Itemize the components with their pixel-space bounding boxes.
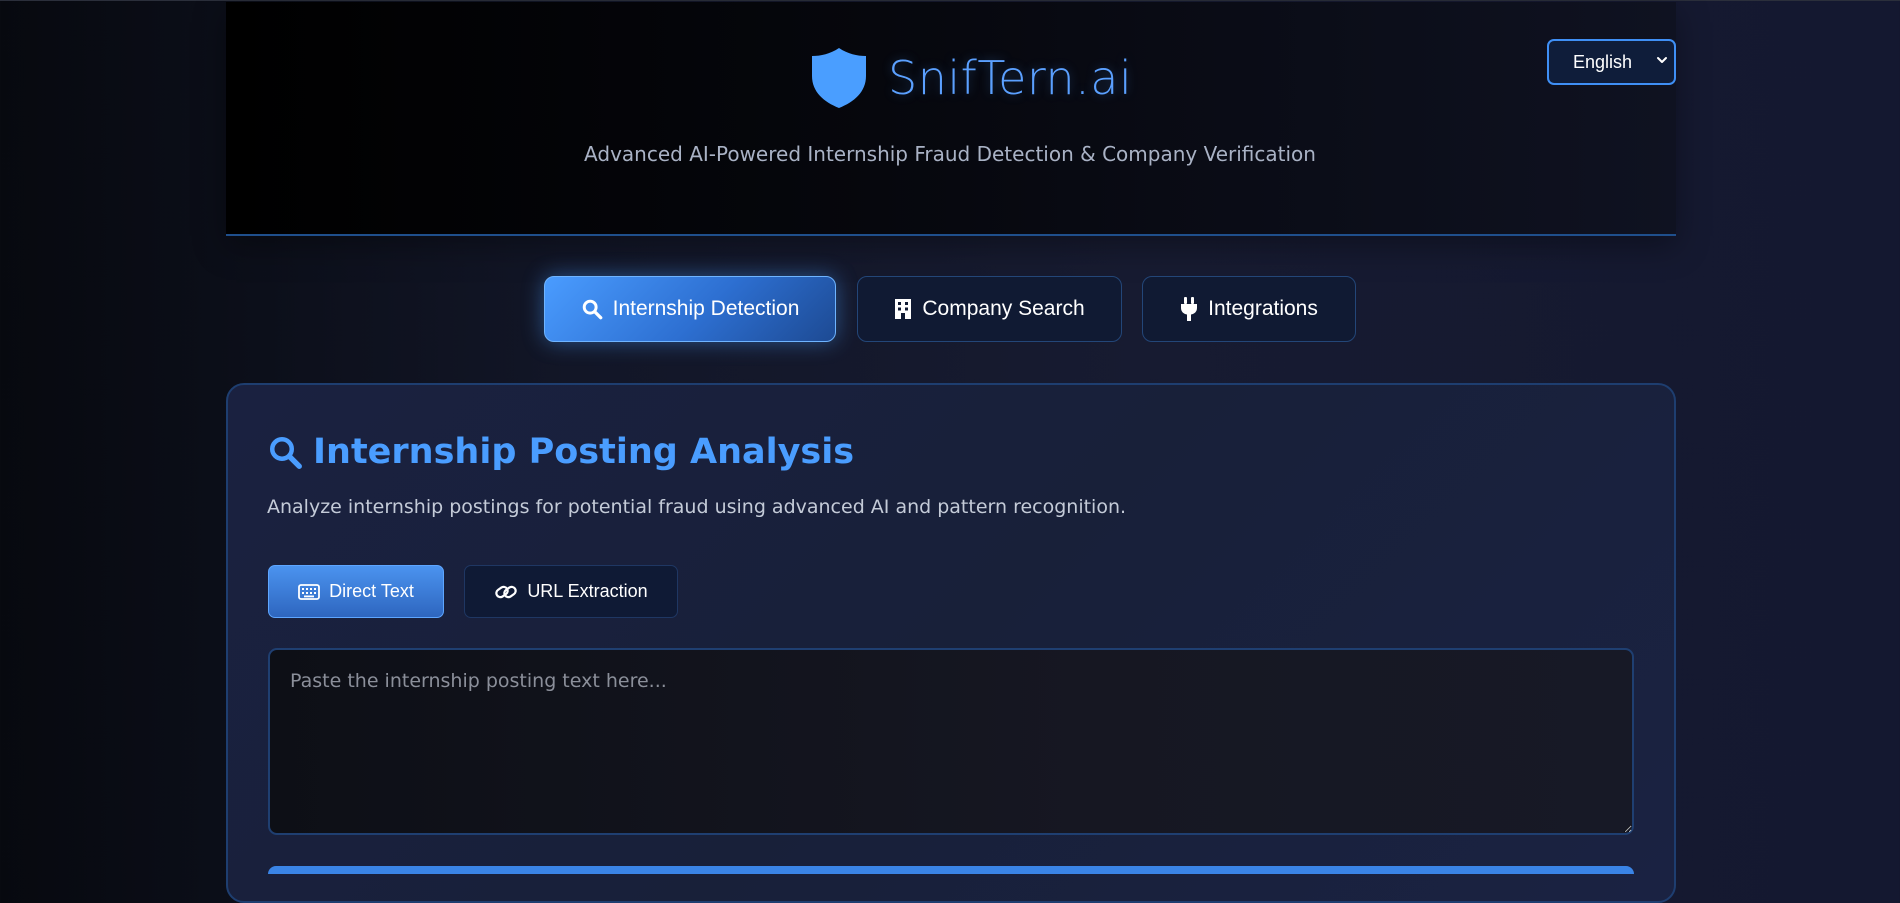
app-header bbox=[226, 2, 1676, 236]
brand-name: SnifTern.ai bbox=[888, 51, 1133, 105]
keyboard-icon bbox=[298, 583, 321, 600]
analyze-button[interactable] bbox=[268, 866, 1634, 874]
building-icon bbox=[895, 299, 912, 319]
url-extraction-button[interactable]: URL Extraction bbox=[464, 565, 678, 618]
tab-label: Company Search bbox=[922, 297, 1085, 320]
url-extraction-label: URL Extraction bbox=[527, 581, 648, 601]
panel-title-text: Internship Posting Analysis bbox=[313, 432, 855, 472]
tagline: Advanced AI-Powered Internship Fraud Det… bbox=[584, 142, 1316, 166]
tab-company-search[interactable]: Company Search bbox=[857, 276, 1122, 342]
shield-logo-icon bbox=[812, 48, 866, 108]
direct-text-label: Direct Text bbox=[329, 581, 414, 601]
tab-internship-detection[interactable]: Internship Detection bbox=[544, 276, 836, 342]
plug-icon bbox=[1181, 297, 1198, 321]
brand: SnifTern.ai bbox=[810, 46, 1132, 110]
posting-text-input[interactable] bbox=[268, 648, 1634, 835]
search-icon bbox=[270, 437, 302, 469]
chevron-down-icon bbox=[1657, 57, 1667, 63]
tab-integrations[interactable]: Integrations bbox=[1142, 276, 1356, 342]
panel-title: Internship Posting Analysis bbox=[267, 432, 854, 472]
top-border bbox=[0, 0, 1900, 1]
panel-description: Analyze internship postings for potentia… bbox=[267, 496, 1127, 518]
direct-text-button[interactable]: Direct Text bbox=[268, 565, 444, 618]
tab-label: Internship Detection bbox=[612, 297, 800, 320]
link-icon bbox=[495, 585, 518, 598]
tab-label: Integrations bbox=[1208, 297, 1318, 320]
search-icon bbox=[582, 299, 602, 320]
